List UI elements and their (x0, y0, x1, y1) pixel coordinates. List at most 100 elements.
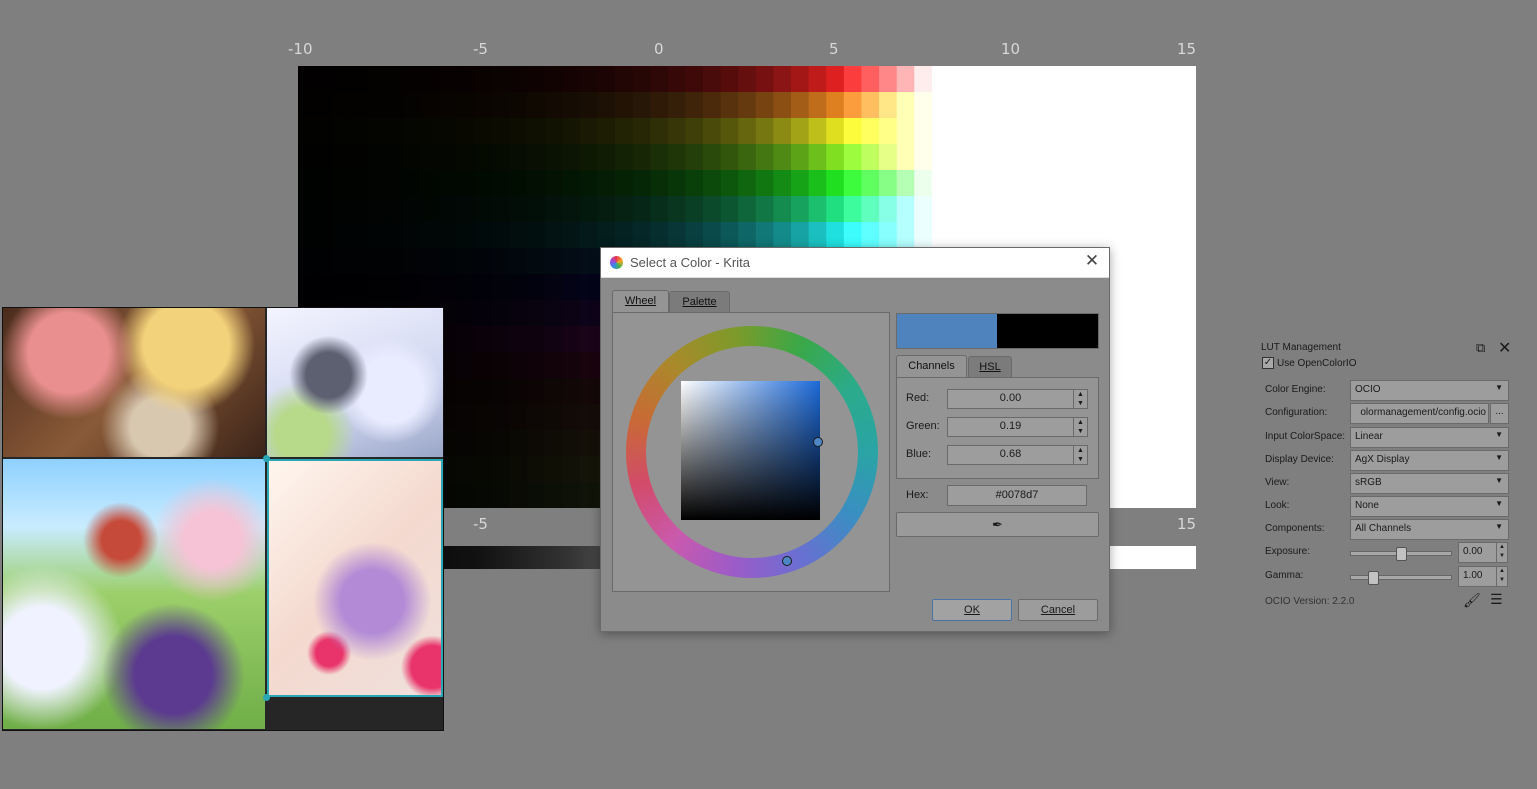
chevron-down-icon: ▼ (1495, 522, 1503, 531)
spin-arrows-icon[interactable]: ▲ ▼ (1073, 390, 1087, 408)
red-spinbox[interactable]: 0.00 ▲ ▼ (947, 389, 1088, 409)
slider-knob[interactable] (1368, 571, 1379, 585)
transform-handle[interactable] (263, 694, 270, 701)
saturation-value-square[interactable] (681, 381, 820, 520)
gradient-cell (509, 144, 528, 171)
gradient-cell (1107, 456, 1127, 483)
close-docker-icon[interactable]: ✕ (1498, 338, 1511, 358)
gradient-cell (1143, 430, 1162, 457)
hex-input[interactable]: #0078d7 (947, 485, 1087, 506)
gradient-cell (1125, 352, 1144, 379)
gradient-cell (1143, 300, 1162, 327)
gradient-cell (931, 144, 951, 171)
use-ocio-checkbox[interactable]: ✓ (1262, 357, 1274, 370)
gradient-cell (333, 118, 352, 145)
gamma-spinbox[interactable]: 1.00 ▲ ▼ (1458, 566, 1508, 587)
gradient-cell (456, 404, 475, 431)
spin-arrows-icon[interactable]: ▲ ▼ (1073, 446, 1087, 464)
gradient-cell (491, 326, 510, 353)
row-label: Configuration: (1265, 407, 1328, 418)
gradient-cell (438, 222, 458, 249)
gradient-cell (1143, 326, 1162, 353)
use-ocio-checkbox-row[interactable]: ✓ Use OpenColorIO (1262, 357, 1356, 370)
old-color-swatch[interactable] (997, 314, 1098, 348)
gradient-cell (1125, 430, 1144, 457)
tab-channels[interactable]: Channels (896, 355, 967, 378)
gradient-cell (456, 352, 475, 379)
reference-image[interactable] (3, 459, 265, 729)
gradient-cell (544, 222, 563, 249)
dialog-titlebar[interactable]: Select a Color - Krita ✕ (601, 248, 1109, 278)
cancel-button[interactable]: Cancel (1018, 599, 1098, 621)
combo-value: OCIO (1355, 384, 1381, 395)
transform-handle[interactable] (263, 455, 270, 462)
gradient-cell (1178, 118, 1196, 145)
gradient-cell (1143, 274, 1162, 301)
gradient-cell (632, 66, 651, 93)
gradient-cell (1143, 456, 1162, 483)
color-engine-combo[interactable]: OCIO ▼ (1350, 380, 1509, 401)
spin-arrows-icon[interactable]: ▲ ▼ (1496, 543, 1507, 562)
tab-palette-label: Palette (682, 296, 717, 308)
gradient-cell (650, 92, 669, 119)
gradient-cell (597, 222, 616, 249)
gradient-cell (896, 196, 915, 223)
exposure-spinbox[interactable]: 0.00 ▲ ▼ (1458, 542, 1508, 563)
gradient-cell (1143, 170, 1162, 197)
gradient-cell (1143, 222, 1162, 249)
gradient-cell (491, 66, 510, 93)
gradient-cell (562, 66, 581, 93)
gradient-cell (1160, 196, 1179, 223)
reference-images[interactable] (2, 307, 444, 731)
tab-hsl[interactable]: HSL (968, 356, 1012, 377)
sv-cursor[interactable] (813, 437, 823, 447)
gradient-cell (685, 196, 704, 223)
gradient-cell (1107, 352, 1127, 379)
ok-button[interactable]: OK (932, 599, 1012, 621)
gradient-cell (526, 404, 546, 431)
browse-button[interactable]: ... (1490, 403, 1509, 424)
float-docker-icon[interactable]: ⧉ (1476, 340, 1485, 356)
menu-icon[interactable]: ☰ (1490, 591, 1503, 608)
spin-arrows-icon[interactable]: ▲ ▼ (1073, 418, 1087, 436)
gradient-cell (562, 404, 581, 431)
gradient-cell (403, 248, 422, 275)
configuration-field[interactable]: olormanagement/config.ocio (1350, 403, 1489, 424)
input-colorspace-combo[interactable]: Linear ▼ (1350, 427, 1509, 448)
gradient-cell (1125, 222, 1144, 249)
brush-icon[interactable]: 🖌 (1463, 592, 1481, 609)
tab-wheel[interactable]: Wheel (612, 290, 669, 313)
gradient-cell (931, 92, 951, 119)
view-combo[interactable]: sRGB ▼ (1350, 473, 1509, 494)
gradient-cell (579, 170, 598, 197)
exposure-slider[interactable] (1350, 547, 1452, 561)
reference-image[interactable] (3, 308, 265, 457)
reference-image-selected[interactable] (267, 459, 443, 697)
gradient-cell (702, 66, 722, 93)
reference-image[interactable] (267, 308, 443, 457)
ruler-label: -5 (473, 515, 488, 533)
slider-knob[interactable] (1396, 547, 1407, 561)
gradient-cell (368, 170, 387, 197)
gradient-cell (1055, 92, 1074, 119)
gradient-cell (562, 118, 581, 145)
green-spinbox[interactable]: 0.19 ▲ ▼ (947, 417, 1088, 437)
display-device-combo[interactable]: AgX Display ▼ (1350, 450, 1509, 471)
hue-cursor[interactable] (782, 556, 792, 566)
gradient-cell (509, 170, 528, 197)
components-combo[interactable]: All Channels ▼ (1350, 519, 1509, 540)
close-icon[interactable]: ✕ (1083, 252, 1101, 270)
gradient-cell (474, 274, 493, 301)
eyedropper-button[interactable]: ✒ (896, 512, 1099, 537)
gradient-cell (474, 92, 493, 119)
gamma-slider[interactable] (1350, 571, 1452, 585)
tab-palette[interactable]: Palette (669, 291, 730, 312)
blue-spinbox[interactable]: 0.68 ▲ ▼ (947, 445, 1088, 465)
combo-value: sRGB (1355, 477, 1382, 488)
look-combo[interactable]: None ▼ (1350, 496, 1509, 517)
gradient-cell (861, 222, 880, 249)
spin-arrows-icon[interactable]: ▲ ▼ (1496, 567, 1507, 586)
hex-label: Hex: (906, 489, 929, 501)
gradient-cell (896, 118, 915, 145)
gradient-cell (526, 222, 546, 249)
